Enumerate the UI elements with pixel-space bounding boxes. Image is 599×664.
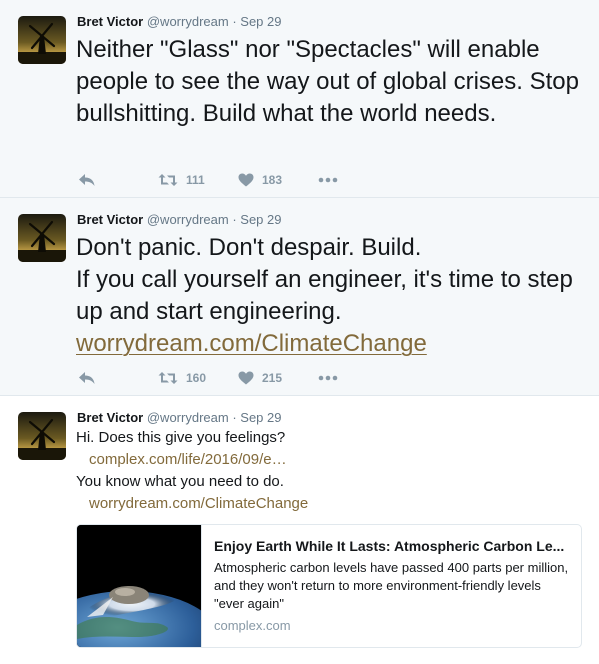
tweet-actions: 160 215 [78, 368, 338, 388]
tweet-text-line: If you call yourself an engineer, it's t… [76, 266, 573, 325]
reply-icon [79, 174, 95, 186]
windmill-avatar-image [18, 214, 66, 262]
tweet-actions: 111 183 [78, 170, 338, 190]
author-handle[interactable]: @worrydream [147, 410, 229, 425]
tweet-link[interactable]: complex.com/life/2016/09/e… [89, 451, 287, 468]
author-name[interactable]: Bret Victor [77, 14, 143, 29]
retweet-count: 111 [186, 173, 205, 187]
tweet-header: Bret Victor @worrydream · Sep 29 [77, 14, 281, 29]
more-dots-icon [318, 177, 338, 183]
tweet-header: Bret Victor @worrydream · Sep 29 [77, 410, 281, 425]
earth-asteroid-image [77, 525, 222, 647]
tweet-header: Bret Victor @worrydream · Sep 29 [77, 212, 281, 227]
more-button[interactable] [318, 177, 338, 183]
like-button[interactable]: 183 [238, 173, 318, 187]
retweet-icon [158, 372, 178, 384]
card-title: Enjoy Earth While It Lasts: Atmospheric … [214, 538, 565, 554]
reply-button[interactable] [78, 173, 158, 187]
heart-icon [238, 371, 254, 385]
timeline: Bret Victor @worrydream · Sep 29 Neither… [0, 0, 599, 664]
tweet-text-line: You know what you need to do. [76, 473, 284, 490]
tweet-link[interactable]: worrydream.com/ClimateChange [76, 330, 427, 357]
author-handle[interactable]: @worrydream [147, 14, 229, 29]
link-card[interactable]: Enjoy Earth While It Lasts: Atmospheric … [76, 524, 582, 648]
separator-dot: · [232, 14, 237, 29]
more-button[interactable] [318, 375, 338, 381]
card-domain: complex.com [214, 618, 291, 633]
windmill-avatar-image [18, 16, 66, 64]
like-count: 215 [262, 371, 283, 385]
avatar[interactable] [18, 412, 66, 460]
more-dots-icon [318, 375, 338, 381]
tweet-date[interactable]: Sep 29 [240, 212, 281, 227]
avatar[interactable] [18, 214, 66, 262]
retweet-count: 160 [186, 371, 207, 385]
like-button[interactable]: 215 [238, 371, 318, 385]
reply-button[interactable] [78, 371, 158, 385]
tweet-text: Hi. Does this give you feelings? complex… [76, 427, 576, 515]
like-count: 183 [262, 173, 283, 187]
heart-icon [238, 173, 254, 187]
card-description: Atmospheric carbon levels have passed 40… [214, 560, 569, 611]
tweet-text-line: Don't panic. Don't despair. Build. [76, 234, 422, 261]
retweet-button[interactable]: 111 [158, 173, 238, 187]
tweet-text-line: Hi. Does this give you feelings? [76, 429, 286, 446]
card-body: Enjoy Earth While It Lasts: Atmospheric … [201, 525, 581, 647]
tweet[interactable]: Bret Victor @worrydream · Sep 29 Don't p… [0, 198, 599, 396]
retweet-icon [158, 174, 178, 186]
tweet-date[interactable]: Sep 29 [240, 14, 281, 29]
windmill-avatar-image [18, 412, 66, 460]
tweet-text: Neither "Glass" nor "Spectacles" will en… [76, 34, 586, 130]
tweet-text-body: Neither "Glass" nor "Spectacles" will en… [76, 36, 579, 127]
tweet-date[interactable]: Sep 29 [240, 410, 281, 425]
avatar[interactable] [18, 16, 66, 64]
tweet[interactable]: Bret Victor @worrydream · Sep 29 Hi. Doe… [0, 396, 599, 664]
tweet-link[interactable]: worrydream.com/ClimateChange [89, 495, 308, 512]
separator-dot: · [232, 410, 237, 425]
separator-dot: · [232, 212, 237, 227]
card-image [77, 525, 222, 647]
author-handle[interactable]: @worrydream [147, 212, 229, 227]
author-name[interactable]: Bret Victor [77, 212, 143, 227]
tweet-text: Don't panic. Don't despair. Build. If yo… [76, 232, 586, 360]
tweet[interactable]: Bret Victor @worrydream · Sep 29 Neither… [0, 0, 599, 198]
retweet-button[interactable]: 160 [158, 371, 238, 385]
reply-icon [79, 372, 95, 384]
author-name[interactable]: Bret Victor [77, 410, 143, 425]
